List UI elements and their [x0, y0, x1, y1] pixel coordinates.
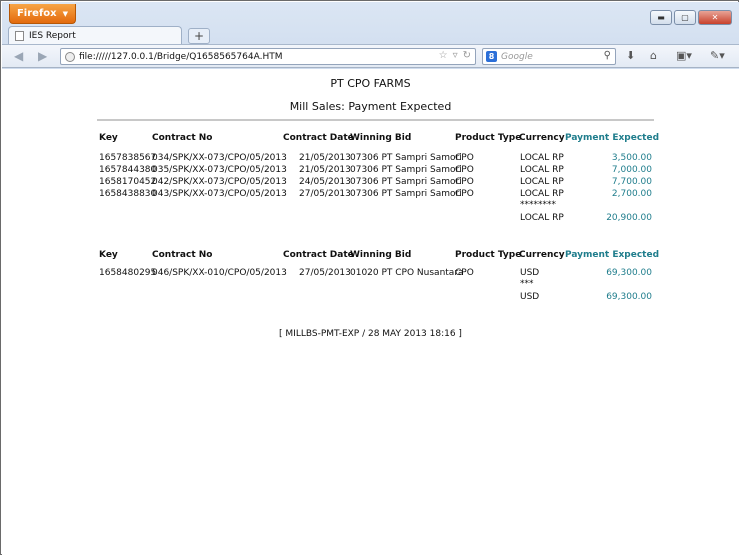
- header-currency: Currency: [519, 250, 565, 260]
- header-payment-expected: Payment Expected: [565, 250, 660, 260]
- cell-contract-no: 035/SPK/XX-073/CPO/05/2013: [152, 165, 287, 175]
- back-icon[interactable]: ◀: [14, 49, 23, 63]
- cell-contract-date: 24/05/2013: [299, 177, 351, 187]
- history-dropdown-icon[interactable]: ▿: [453, 50, 458, 61]
- header-currency: Currency: [519, 133, 565, 143]
- cell-winning-bid: 07306 PT Sampri Samori: [350, 189, 462, 199]
- search-bar[interactable]: 8 Google ⚲: [482, 48, 616, 65]
- new-tab-button[interactable]: +: [188, 28, 210, 44]
- cell-winning-bid: 07306 PT Sampri Samori: [350, 153, 462, 163]
- reload-icon[interactable]: ↻: [463, 50, 471, 61]
- firefox-menu-button[interactable]: Firefox ▼: [9, 4, 76, 24]
- cell-winning-bid: 07306 PT Sampri Samori: [350, 177, 462, 187]
- cell-currency: LOCAL RP: [520, 189, 564, 199]
- cell-winning-bid: 07306 PT Sampri Samori: [350, 165, 462, 175]
- header-payment-expected: Payment Expected: [565, 133, 660, 143]
- bookmarks-menu-icon[interactable]: ▣▾: [676, 49, 692, 62]
- subtotal-currency: LOCAL RP: [520, 213, 564, 223]
- cell-product-type: CPO: [455, 165, 474, 175]
- cell-contract-no: 042/SPK/XX-073/CPO/05/2013: [152, 177, 287, 187]
- forward-icon[interactable]: ▶: [38, 49, 47, 63]
- subtotal-separator: ***: [520, 279, 534, 289]
- search-icon[interactable]: ⚲: [604, 50, 611, 61]
- header-contract-no: Contract No: [152, 250, 213, 260]
- cell-product-type: CPO: [455, 189, 474, 199]
- cell-payment-expected: 3,500.00: [611, 153, 652, 163]
- minimize-button[interactable]: ▬: [650, 10, 672, 25]
- maximize-button[interactable]: ▢: [674, 10, 696, 25]
- header-key: Key: [99, 133, 118, 143]
- url-bar[interactable]: file://///127.0.0.1/Bridge/Q1658565764A.…: [60, 48, 476, 65]
- cell-key: 1658438830: [99, 189, 157, 199]
- cell-contract-no: 034/SPK/XX-073/CPO/05/2013: [152, 153, 287, 163]
- company-title: PT CPO FARMS: [330, 77, 411, 90]
- tab-title: IES Report: [29, 31, 76, 41]
- subtotal-amount: 20,900.00: [606, 213, 652, 223]
- close-button[interactable]: ✕: [698, 10, 732, 25]
- window-controls: ▬ ▢ ✕: [650, 10, 732, 25]
- cell-currency: LOCAL RP: [520, 153, 564, 163]
- chevron-down-icon: ▼: [62, 9, 69, 18]
- cell-contract-date: 27/05/2013: [299, 189, 351, 199]
- search-input[interactable]: Google: [501, 52, 533, 62]
- cell-key: 1658480295: [99, 268, 157, 278]
- report-footer: [ MILLBS-PMT-EXP / 28 MAY 2013 18:16 ]: [279, 329, 462, 339]
- home-icon[interactable]: ⌂: [650, 49, 657, 62]
- download-icon[interactable]: ⬇: [626, 49, 635, 62]
- page-icon: [15, 31, 24, 41]
- cell-currency: USD: [520, 268, 540, 278]
- cell-contract-no: 046/SPK/XX-010/CPO/05/2013: [152, 268, 287, 278]
- bookmark-star-icon[interactable]: ☆: [439, 50, 448, 61]
- search-engine-icon[interactable]: 8: [486, 51, 497, 62]
- globe-icon: [65, 51, 75, 62]
- cell-product-type: CPO: [455, 153, 474, 163]
- header-divider: [97, 119, 654, 121]
- url-text: file://///127.0.0.1/Bridge/Q1658565764A.…: [79, 51, 283, 62]
- report-page: PT CPO FARMS Mill Sales: Payment Expecte…: [2, 69, 739, 555]
- cell-product-type: CPO: [455, 268, 474, 278]
- subtotal-separator: ********: [520, 200, 556, 210]
- cell-key: 1658170452: [99, 177, 157, 187]
- header-contract-date: Contract Date: [283, 250, 354, 260]
- cell-payment-expected: 69,300.00: [606, 268, 652, 278]
- cell-currency: LOCAL RP: [520, 165, 564, 175]
- cell-currency: LOCAL RP: [520, 177, 564, 187]
- addon-icon[interactable]: ✎▾: [710, 49, 725, 62]
- header-product-type: Product Type: [455, 250, 522, 260]
- cell-payment-expected: 2,700.00: [611, 189, 652, 199]
- header-contract-no: Contract No: [152, 133, 213, 143]
- cell-product-type: CPO: [455, 177, 474, 187]
- subtotal-currency: USD: [520, 292, 540, 302]
- header-key: Key: [99, 250, 118, 260]
- cell-key: 1657844380: [99, 165, 157, 175]
- cell-payment-expected: 7,000.00: [611, 165, 652, 175]
- report-subtitle: Mill Sales: Payment Expected: [289, 100, 452, 113]
- cell-payment-expected: 7,700.00: [611, 177, 652, 187]
- header-product-type: Product Type: [455, 133, 522, 143]
- cell-winning-bid: 01020 PT CPO Nusantara: [350, 268, 464, 278]
- cell-contract-no: 043/SPK/XX-073/CPO/05/2013: [152, 189, 287, 199]
- header-winning-bid: Winning Bid: [350, 250, 412, 260]
- browser-window: Firefox ▼ ▬ ▢ ✕ IES Report + ◀ ▶ file://…: [0, 0, 739, 555]
- header-contract-date: Contract Date: [283, 133, 354, 143]
- cell-key: 1657838567: [99, 153, 157, 163]
- cell-contract-date: 27/05/2013: [299, 268, 351, 278]
- header-winning-bid: Winning Bid: [350, 133, 412, 143]
- subtotal-amount: 69,300.00: [606, 292, 652, 302]
- cell-contract-date: 21/05/2013: [299, 153, 351, 163]
- cell-contract-date: 21/05/2013: [299, 165, 351, 175]
- tab-ies-report[interactable]: IES Report: [8, 26, 182, 45]
- navigation-toolbar: ◀ ▶ file://///127.0.0.1/Bridge/Q16585657…: [2, 44, 739, 68]
